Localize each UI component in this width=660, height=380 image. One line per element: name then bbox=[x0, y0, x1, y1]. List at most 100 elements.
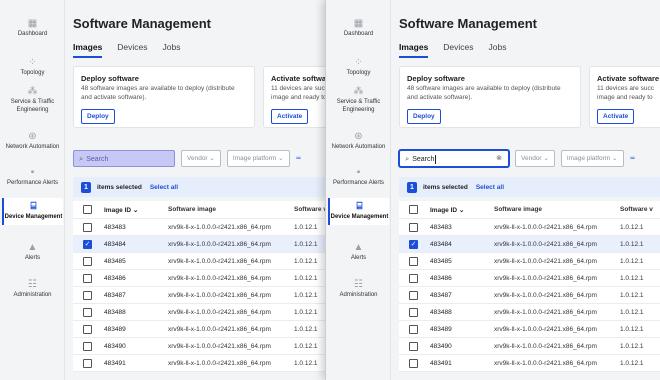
row-checkbox[interactable] bbox=[83, 223, 92, 232]
bell-icon: ▲ bbox=[27, 242, 38, 253]
tab-bar: Images Devices Jobs bbox=[399, 42, 522, 58]
vendor-dropdown[interactable]: Vendor ⌄ bbox=[515, 150, 555, 167]
column-header-software[interactable]: Software image bbox=[168, 206, 216, 213]
filter-bar: ⌕ Search Vendor ⌄ Image platform ⌄ ≂ bbox=[73, 150, 301, 167]
column-header-version[interactable]: Software v bbox=[294, 206, 327, 213]
sidebar-item-topology[interactable]: ⁘ Topology bbox=[2, 57, 63, 78]
sidebar-item-service[interactable]: ⁂ Service & Traffic Engineering bbox=[2, 86, 63, 114]
table-row[interactable]: ✓ 483484 xrv9k-ll-x-1.0.0.0-r2421.x86_64.r… bbox=[399, 236, 660, 253]
search-input[interactable]: ⌕ Search ⊗ bbox=[399, 150, 509, 167]
version-cell: 1.0.12.1 bbox=[294, 223, 318, 231]
sidebar-item-device[interactable]: ⌸ Device Management bbox=[328, 198, 389, 225]
sidebar-item-bell[interactable]: ▲ Alerts bbox=[2, 242, 63, 263]
image-id-cell: 483486 bbox=[430, 274, 452, 282]
tab-devices[interactable]: Devices bbox=[443, 42, 473, 58]
version-cell: 1.0.12.1 bbox=[620, 359, 644, 367]
table-row[interactable]: 483483 xrv9k-ll-x-1.0.0.0-r2421.x86_64.rp… bbox=[399, 219, 660, 236]
sidebar-item-admin[interactable]: ☷ Administration bbox=[328, 279, 389, 300]
tab-jobs[interactable]: Jobs bbox=[489, 42, 507, 58]
tab-images[interactable]: Images bbox=[73, 42, 103, 58]
image-platform-dropdown[interactable]: Image platform ⌄ bbox=[226, 150, 290, 167]
selected-count-badge: 1 bbox=[81, 181, 91, 193]
table-row[interactable]: 483487 xrv9k-ll-x-1.0.0.0-r2421.x86_64.rp… bbox=[399, 287, 660, 304]
row-checkbox[interactable] bbox=[83, 342, 92, 351]
table-row[interactable]: 483491 xrv9k-ll-x-1.0.0.0-r2421.x86_64.rp… bbox=[399, 355, 660, 372]
version-cell: 1.0.12.1 bbox=[294, 240, 318, 248]
deploy-button[interactable]: Deploy bbox=[81, 109, 115, 124]
performance-icon: ▪ bbox=[356, 167, 361, 178]
row-checkbox[interactable] bbox=[83, 325, 92, 334]
tab-images[interactable]: Images bbox=[399, 42, 429, 58]
image-id-cell: 483489 bbox=[104, 325, 126, 333]
table-row[interactable]: 483485 xrv9k-ll-x-1.0.0.0-r2421.x86_64.rp… bbox=[399, 253, 660, 270]
sidebar-item-topology[interactable]: ⁘ Topology bbox=[328, 57, 389, 78]
row-checkbox[interactable] bbox=[409, 291, 418, 300]
select-all-link[interactable]: Select all bbox=[476, 184, 504, 191]
activate-button[interactable]: Activate bbox=[597, 109, 635, 124]
tab-jobs[interactable]: Jobs bbox=[163, 42, 181, 58]
sidebar-item-service[interactable]: ⁂ Service & Traffic Engineering bbox=[328, 86, 389, 114]
activate-card-text-2: image and ready to bbox=[597, 93, 653, 101]
column-header-software[interactable]: Software image bbox=[494, 206, 542, 213]
sidebar-item-label: Topology bbox=[20, 70, 45, 76]
row-checkbox[interactable] bbox=[409, 274, 418, 283]
sidebar-item-dashboard[interactable]: ▦ Dashboard bbox=[2, 18, 63, 39]
vendor-dropdown[interactable]: Vendor ⌄ bbox=[181, 150, 221, 167]
selected-text: items selected bbox=[97, 183, 142, 191]
search-input[interactable]: ⌕ Search bbox=[73, 150, 175, 167]
software-image-cell: xrv9k-ll-x-1.0.0.0-r2421.x86_64.rpm bbox=[494, 291, 597, 299]
select-all-checkbox[interactable] bbox=[409, 205, 418, 214]
row-checkbox[interactable] bbox=[83, 257, 92, 266]
table-row[interactable]: 483489 xrv9k-ll-x-1.0.0.0-r2421.x86_64.rp… bbox=[399, 321, 660, 338]
service-icon: ⁂ bbox=[353, 86, 364, 97]
row-checkbox[interactable] bbox=[409, 257, 418, 266]
selected-text: items selected bbox=[423, 183, 468, 191]
topology-icon: ⁘ bbox=[354, 57, 363, 68]
sidebar-item-performance[interactable]: ▪ Performance Alerts bbox=[328, 167, 389, 188]
row-checkbox[interactable] bbox=[83, 359, 92, 368]
clear-search-icon[interactable]: ⊗ bbox=[496, 151, 502, 166]
row-checkbox[interactable] bbox=[409, 223, 418, 232]
row-checkbox[interactable]: ✓ bbox=[83, 240, 92, 249]
sidebar-item-bell[interactable]: ▲ Alerts bbox=[328, 242, 389, 263]
filter-icon[interactable]: ≂ bbox=[296, 150, 302, 167]
table-row[interactable]: 483488 xrv9k-ll-x-1.0.0.0-r2421.x86_64.rp… bbox=[399, 304, 660, 321]
deploy-button[interactable]: Deploy bbox=[407, 109, 441, 124]
row-checkbox[interactable] bbox=[409, 359, 418, 368]
sidebar-item-admin[interactable]: ☷ Administration bbox=[2, 279, 63, 300]
version-cell: 1.0.12.1 bbox=[620, 325, 644, 333]
row-checkbox[interactable] bbox=[409, 325, 418, 334]
tab-devices[interactable]: Devices bbox=[117, 42, 147, 58]
image-id-cell: 483483 bbox=[430, 223, 452, 231]
chevron-down-icon: ⌄ bbox=[612, 155, 618, 162]
version-cell: 1.0.12.1 bbox=[294, 274, 318, 282]
software-image-cell: xrv9k-ll-x-1.0.0.0-r2421.x86_64.rpm bbox=[168, 240, 271, 248]
software-image-cell: xrv9k-ll-x-1.0.0.0-r2421.x86_64.rpm bbox=[494, 274, 597, 282]
select-all-checkbox[interactable] bbox=[83, 205, 92, 214]
row-checkbox[interactable] bbox=[83, 308, 92, 317]
deploy-card-text-1: 48 software images are available to depl… bbox=[407, 85, 561, 92]
filter-icon[interactable]: ≂ bbox=[630, 150, 636, 167]
sidebar-item-device[interactable]: ⌸ Device Management bbox=[2, 198, 63, 225]
sidebar-item-dashboard[interactable]: ▦ Dashboard bbox=[328, 18, 389, 39]
table-row[interactable]: 483490 xrv9k-ll-x-1.0.0.0-r2421.x86_64.rp… bbox=[399, 338, 660, 355]
table-row[interactable]: 483486 xrv9k-ll-x-1.0.0.0-r2421.x86_64.rp… bbox=[399, 270, 660, 287]
row-checkbox[interactable] bbox=[83, 274, 92, 283]
column-header-image-id[interactable]: Image ID ⌄ bbox=[430, 206, 464, 214]
row-checkbox[interactable] bbox=[409, 342, 418, 351]
column-header-version[interactable]: Software v bbox=[620, 206, 653, 213]
image-id-cell: 483484 bbox=[104, 240, 126, 248]
image-platform-dropdown[interactable]: Image platform ⌄ bbox=[560, 150, 624, 167]
version-cell: 1.0.12.1 bbox=[620, 308, 644, 316]
images-table: Image ID ⌄ Software image Software v 483… bbox=[399, 201, 660, 372]
select-all-link[interactable]: Select all bbox=[150, 184, 178, 191]
row-checkbox[interactable]: ✓ bbox=[409, 240, 418, 249]
sidebar-item-performance[interactable]: ▪ Performance Alerts bbox=[2, 167, 63, 188]
sidebar-item-automation[interactable]: ⊛ Network Automation bbox=[2, 131, 63, 152]
sidebar-item-automation[interactable]: ⊛ Network Automation bbox=[328, 131, 389, 152]
column-header-image-id[interactable]: Image ID ⌄ bbox=[104, 206, 138, 214]
activate-button[interactable]: Activate bbox=[271, 109, 309, 124]
row-checkbox[interactable] bbox=[83, 291, 92, 300]
version-cell: 1.0.12.1 bbox=[294, 359, 318, 367]
row-checkbox[interactable] bbox=[409, 308, 418, 317]
